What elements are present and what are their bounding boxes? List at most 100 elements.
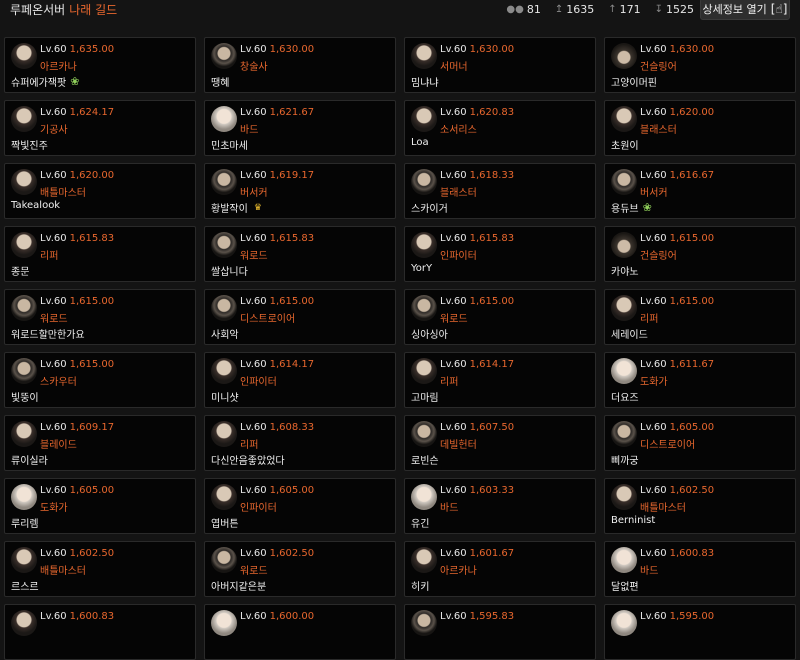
- member-card[interactable]: Lv.60 1,624.17 기공사 짝빛진주: [4, 100, 196, 156]
- member-card[interactable]: Lv.60 1,635.00 아르카나 슈퍼에가잭팟 ❀: [4, 37, 196, 93]
- member-card[interactable]: Lv.60 1,615.00 디스트로이어 사회악: [204, 289, 396, 345]
- member-card[interactable]: Lv.60 1,615.00 스카우터 빛뚱이: [4, 352, 196, 408]
- member-card[interactable]: Lv.60 1,609.17 블레이드 류이실라: [4, 415, 196, 471]
- member-card[interactable]: Lv.60 1,616.67 버서커 용듀브 ❀: [604, 163, 796, 219]
- character-name: 땡혜: [211, 78, 230, 89]
- character-name-row: 달없편: [611, 578, 639, 593]
- crown-icon: ♛: [253, 202, 262, 213]
- member-card[interactable]: Lv.60 1,595.83: [404, 604, 596, 660]
- character-name: 종문: [11, 267, 30, 278]
- character-class: 블래스터: [440, 188, 477, 199]
- character-avatar: [11, 610, 37, 636]
- character-level: Lv.60: [40, 233, 67, 244]
- item-score: 1,595.00: [669, 611, 715, 622]
- character-avatar: [411, 106, 437, 132]
- character-class: 버서커: [640, 188, 668, 199]
- character-name: 로빈슨: [411, 456, 439, 467]
- level-line: Lv.60 1,611.67: [640, 359, 714, 370]
- character-name: 엽버튼: [211, 519, 239, 530]
- member-card[interactable]: Lv.60 1,605.00 디스트로이어 삐까궁: [604, 415, 796, 471]
- item-score: 1,621.67: [269, 107, 315, 118]
- item-score: 1,600.83: [669, 548, 715, 559]
- member-card[interactable]: Lv.60 1,605.00 도화가 루리렘: [4, 478, 196, 534]
- character-name-row: 스카이거: [411, 200, 448, 215]
- item-score: 1,615.83: [269, 233, 315, 244]
- character-level: Lv.60: [440, 611, 467, 622]
- member-card[interactable]: Lv.60 1,615.83 리퍼 종문: [4, 226, 196, 282]
- min-score-stat: ↧ 1525: [655, 3, 694, 16]
- member-card[interactable]: Lv.60 1,601.67 아르카나 히키: [404, 541, 596, 597]
- character-name: 초원이: [611, 141, 639, 152]
- member-card[interactable]: Lv.60 1,602.50 배틀마스터 르스르: [4, 541, 196, 597]
- character-name: 빛뚱이: [11, 393, 39, 404]
- character-name: 고마림: [411, 393, 439, 404]
- item-score: 1,619.17: [269, 170, 315, 181]
- members-icon: ●●: [506, 4, 524, 15]
- item-score: 1,620.00: [669, 107, 715, 118]
- member-card[interactable]: Lv.60 1,615.00 워로드 워로드할만한가요: [4, 289, 196, 345]
- character-class: 바드: [640, 566, 659, 577]
- member-grid: Lv.60 1,635.00 아르카나 슈퍼에가잭팟 ❀ Lv.60 1,630.00 창술사…: [4, 37, 796, 660]
- character-class: 리퍼: [40, 251, 59, 262]
- character-level: Lv.60: [40, 548, 67, 559]
- character-avatar: [611, 106, 637, 132]
- member-card[interactable]: Lv.60 1,615.00 리퍼 세레이드: [604, 289, 796, 345]
- character-name: 황발작이: [211, 204, 248, 215]
- character-level: Lv.60: [240, 107, 267, 118]
- character-level: Lv.60: [440, 548, 467, 559]
- character-level: Lv.60: [640, 611, 667, 622]
- character-name: Berninist: [611, 515, 656, 526]
- member-card[interactable]: Lv.60 1,605.00 인파이터 엽버튼: [204, 478, 396, 534]
- level-line: Lv.60 1,619.17: [240, 170, 314, 181]
- member-card[interactable]: Lv.60 1,630.00 건슬링어 고양이머핀: [604, 37, 796, 93]
- member-card[interactable]: Lv.60 1,620.00 배틀마스터 Takealook: [4, 163, 196, 219]
- member-card[interactable]: Lv.60 1,630.00 창술사 땡혜: [204, 37, 396, 93]
- member-card[interactable]: Lv.60 1,602.50 워로드 아버지같은분: [204, 541, 396, 597]
- member-card[interactable]: Lv.60 1,614.17 리퍼 고마림: [404, 352, 596, 408]
- member-card[interactable]: Lv.60 1,607.50 데빌헌터 로빈슨: [404, 415, 596, 471]
- character-avatar: [211, 295, 237, 321]
- character-name-row: Loa: [411, 137, 429, 148]
- character-avatar: [211, 610, 237, 636]
- item-score: 1,615.00: [269, 296, 315, 307]
- item-score: 1,630.00: [469, 44, 515, 55]
- member-card[interactable]: Lv.60 1,618.33 블래스터 스카이거: [404, 163, 596, 219]
- character-class: 배틀마스터: [40, 566, 86, 577]
- character-class: 바드: [440, 503, 459, 514]
- character-name: 달없편: [611, 582, 639, 593]
- character-name-row: 밈냐냐: [411, 74, 439, 89]
- character-level: Lv.60: [640, 359, 667, 370]
- level-line: Lv.60 1,614.17: [240, 359, 314, 370]
- member-card[interactable]: Lv.60 1,615.00 워로드 싱아싱아: [404, 289, 596, 345]
- avg-stat: ↑ 171: [608, 3, 640, 16]
- character-name: 세레이드: [611, 330, 648, 341]
- member-card[interactable]: Lv.60 1,600.83 바드 달없편: [604, 541, 796, 597]
- member-card[interactable]: Lv.60 1,620.00 블래스터 초원이: [604, 100, 796, 156]
- character-level: Lv.60: [440, 296, 467, 307]
- character-class: 건슬링어: [640, 251, 677, 262]
- member-card[interactable]: Lv.60 1,608.33 리퍼 다신안음좋았었다: [204, 415, 396, 471]
- member-card[interactable]: Lv.60 1,621.67 바드 민초마세: [204, 100, 396, 156]
- member-card[interactable]: Lv.60 1,611.67 도화가 더요즈: [604, 352, 796, 408]
- member-card[interactable]: Lv.60 1,620.83 소서리스 Loa: [404, 100, 596, 156]
- character-name-row: 슈퍼에가잭팟 ❀: [11, 74, 79, 89]
- member-card[interactable]: Lv.60 1,603.33 바드 유긴: [404, 478, 596, 534]
- member-card[interactable]: Lv.60 1,630.00 서머너 밈냐냐: [404, 37, 596, 93]
- sprout-icon: ❀: [70, 75, 80, 88]
- member-card[interactable]: Lv.60 1,615.83 워로드 쌀삽니다: [204, 226, 396, 282]
- member-card[interactable]: Lv.60 1,615.83 인파이터 YorY: [404, 226, 596, 282]
- character-class: 워로드: [40, 314, 68, 325]
- character-name-row: 고마림: [411, 389, 439, 404]
- member-card[interactable]: Lv.60 1,600.83: [4, 604, 196, 660]
- character-name-row: 유긴: [411, 515, 429, 530]
- character-name: 루리렘: [11, 519, 39, 530]
- open-details-button[interactable]: 상세정보 열기 [☝]: [700, 0, 790, 20]
- member-card[interactable]: Lv.60 1,595.00: [604, 604, 796, 660]
- character-avatar: [11, 43, 37, 69]
- member-card[interactable]: Lv.60 1,619.17 버서커 황발작이 ♛: [204, 163, 396, 219]
- member-card[interactable]: Lv.60 1,600.00: [204, 604, 396, 660]
- member-card[interactable]: Lv.60 1,602.50 배틀마스터 Berninist: [604, 478, 796, 534]
- member-card[interactable]: Lv.60 1,614.17 인파이터 미니샷: [204, 352, 396, 408]
- sprout-icon: ❀: [642, 201, 652, 214]
- member-card[interactable]: Lv.60 1,615.00 건슬링어 카야노: [604, 226, 796, 282]
